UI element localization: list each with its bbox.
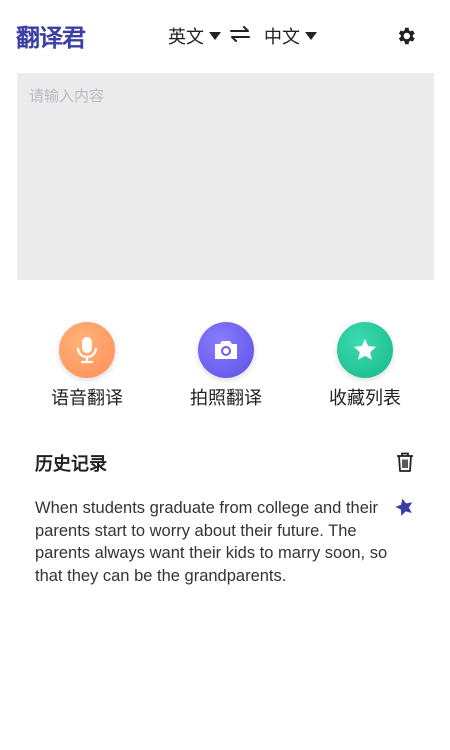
photo-translate-button[interactable]: 拍照翻译 [166,322,286,410]
app-header: 翻译君 英文 中文 [0,0,450,72]
voice-translate-label: 语音翻译 [51,388,123,409]
voice-translate-button[interactable]: 语音翻译 [27,322,147,410]
star-icon[interactable] [393,496,416,518]
target-language-label: 中文 [264,27,300,48]
favorites-list-label: 收藏列表 [329,388,401,409]
history-item[interactable]: When students graduate from college and … [35,497,390,587]
trash-icon[interactable] [395,451,415,473]
photo-translate-label: 拍照翻译 [190,388,262,409]
star-icon [337,322,393,378]
history-title: 历史记录 [35,454,107,475]
microphone-icon [59,322,115,378]
translation-input[interactable] [17,73,434,280]
target-language-selector[interactable]: 中文 [264,23,317,49]
source-language-selector[interactable]: 英文 [168,23,221,49]
swap-arrows-icon[interactable] [229,26,251,42]
app-logo: 翻译君 [16,24,86,52]
gear-icon[interactable] [395,25,417,47]
camera-icon [198,322,254,378]
caret-down-icon [209,32,221,40]
favorites-list-button[interactable]: 收藏列表 [305,322,425,410]
caret-down-icon [305,32,317,40]
source-language-label: 英文 [168,27,204,48]
